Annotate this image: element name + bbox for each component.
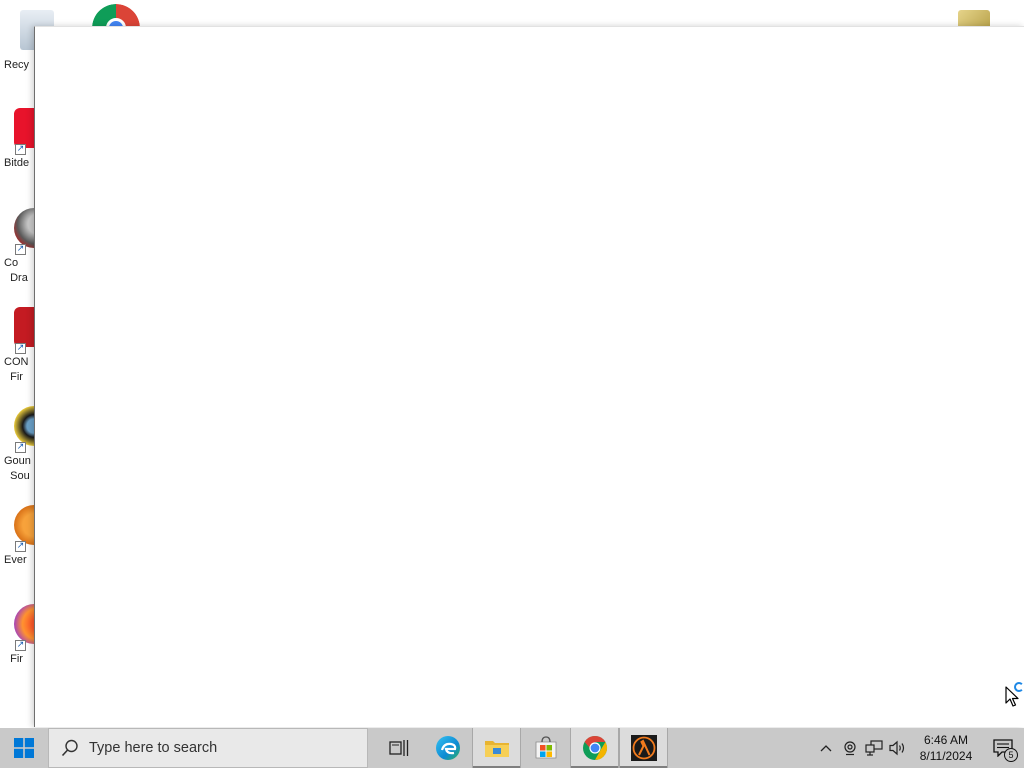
desktop-icon-everything[interactable]: ↗ Ever bbox=[0, 505, 54, 585]
show-hidden-icons-button[interactable] bbox=[814, 728, 838, 768]
windows-logo-icon bbox=[14, 738, 34, 758]
shortcut-arrow-icon: ↗ bbox=[15, 343, 26, 354]
desktop-icon-bitdefender[interactable]: ↗ Bitde bbox=[0, 108, 54, 188]
notification-count-badge: 5 bbox=[1004, 748, 1018, 762]
chrome-icon bbox=[582, 736, 607, 760]
clock-time: 6:46 AM bbox=[923, 733, 969, 747]
search-icon bbox=[61, 739, 78, 757]
tray-webcam-button[interactable] bbox=[838, 728, 862, 768]
task-view-button[interactable] bbox=[374, 728, 423, 768]
taskbar-clock[interactable]: 6:46 AM 8/11/2024 bbox=[910, 728, 982, 768]
taskbar-chrome-button[interactable] bbox=[570, 728, 619, 768]
taskbar: Type here to search 6:46 AM 8/11/2024 5 bbox=[0, 728, 1024, 768]
action-center-button[interactable]: 5 bbox=[982, 728, 1024, 768]
shortcut-arrow-icon: ↗ bbox=[15, 442, 26, 453]
taskbar-store-button[interactable] bbox=[521, 728, 570, 768]
tray-network-button[interactable] bbox=[862, 728, 886, 768]
desktop-icon-connection-drawing[interactable]: ↗ Co Dra bbox=[0, 208, 54, 288]
desktop-icon-recycle-bin[interactable]: Recy bbox=[0, 10, 54, 90]
half-life-lambda-icon bbox=[630, 735, 657, 761]
microsoft-store-icon bbox=[535, 736, 556, 759]
taskbar-edge-button[interactable] bbox=[423, 728, 472, 768]
shortcut-arrow-icon: ↗ bbox=[15, 541, 26, 552]
folder-icon bbox=[484, 741, 509, 757]
blank-app-window[interactable] bbox=[34, 26, 1024, 727]
speaker-volume-icon bbox=[889, 740, 905, 756]
search-placeholder: Type here to search bbox=[89, 740, 218, 756]
taskbar-file-explorer-button[interactable] bbox=[472, 728, 521, 768]
desktop-icon-goldwave[interactable]: ↗ Goun Sou bbox=[0, 406, 54, 486]
task-view-icon bbox=[388, 740, 408, 756]
shortcut-arrow-icon: ↗ bbox=[15, 244, 26, 255]
webcam-icon bbox=[844, 741, 856, 756]
desktop-icon-firefox[interactable]: ↗ Fir bbox=[0, 604, 54, 684]
taskbar-half-life-button[interactable] bbox=[619, 728, 668, 768]
taskbar-search-box[interactable]: Type here to search bbox=[48, 728, 368, 768]
desktop-icon-connection-first[interactable]: ↗ CON Fir bbox=[0, 307, 54, 387]
mouse-cursor-icon bbox=[1005, 686, 1019, 707]
edge-icon bbox=[435, 736, 460, 760]
tray-volume-button[interactable] bbox=[886, 728, 910, 768]
system-tray: 6:46 AM 8/11/2024 5 bbox=[814, 728, 1024, 768]
clock-date: 8/11/2024 bbox=[919, 749, 973, 763]
shortcut-arrow-icon: ↗ bbox=[15, 144, 26, 155]
network-wired-icon bbox=[865, 740, 883, 756]
start-button[interactable] bbox=[0, 728, 48, 768]
chevron-up-icon bbox=[820, 745, 832, 752]
shortcut-arrow-icon: ↗ bbox=[15, 640, 26, 651]
